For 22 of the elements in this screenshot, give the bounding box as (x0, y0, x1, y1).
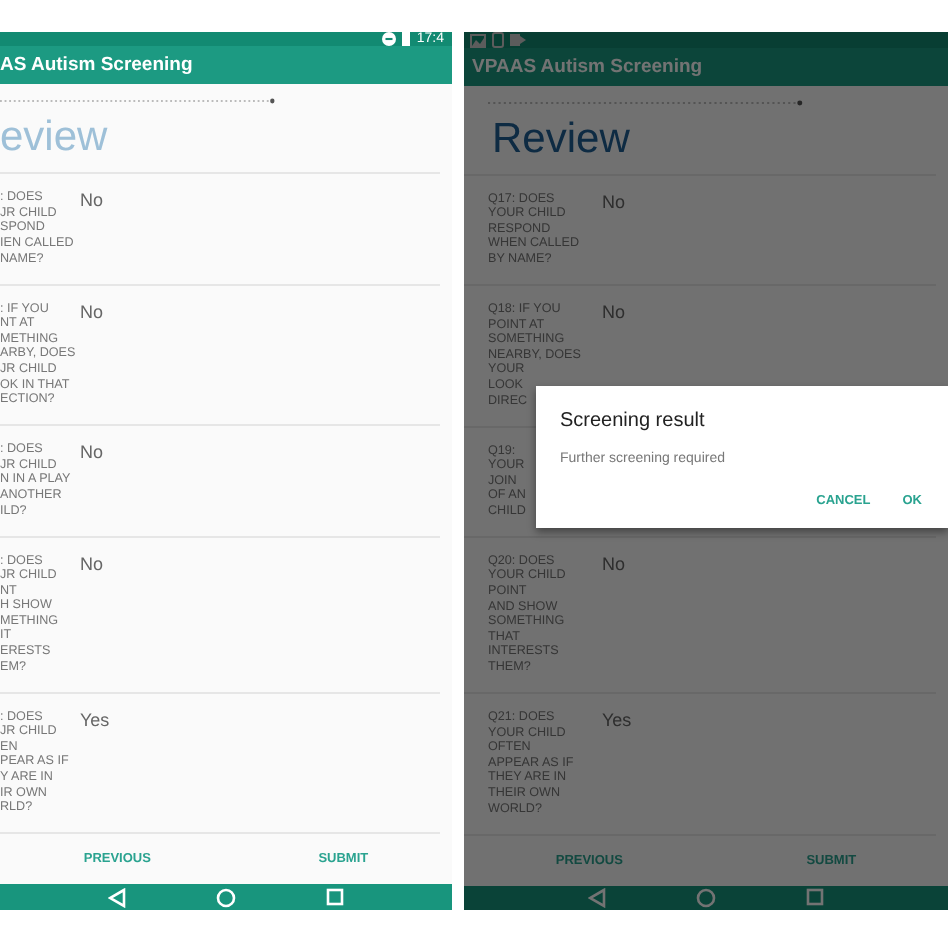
answer-text: No (80, 553, 104, 578)
app-title: AS Autism Screening (0, 54, 193, 77)
back-icon[interactable] (588, 887, 606, 908)
answer-text: Yes (602, 710, 632, 735)
answer-text: No (602, 553, 626, 578)
answer-text: No (80, 442, 104, 467)
answer-text: No (80, 301, 104, 326)
answer-text: Yes (80, 709, 110, 734)
dialog-title: Screening result (560, 410, 707, 432)
review-heading: Review (492, 117, 632, 162)
home-icon[interactable] (216, 887, 236, 908)
phone-icon (492, 32, 504, 48)
image-icon (470, 33, 486, 47)
recents-icon[interactable] (806, 888, 824, 907)
recents-icon[interactable] (326, 888, 344, 907)
answer-text: No (80, 190, 104, 215)
app-title: VPAAS Autism Screening (470, 55, 703, 78)
review-heading: eview (0, 116, 110, 161)
back-icon[interactable] (108, 887, 126, 908)
answer-text: No (602, 301, 626, 326)
answer-text: No (602, 191, 626, 216)
home-icon[interactable] (696, 887, 716, 908)
